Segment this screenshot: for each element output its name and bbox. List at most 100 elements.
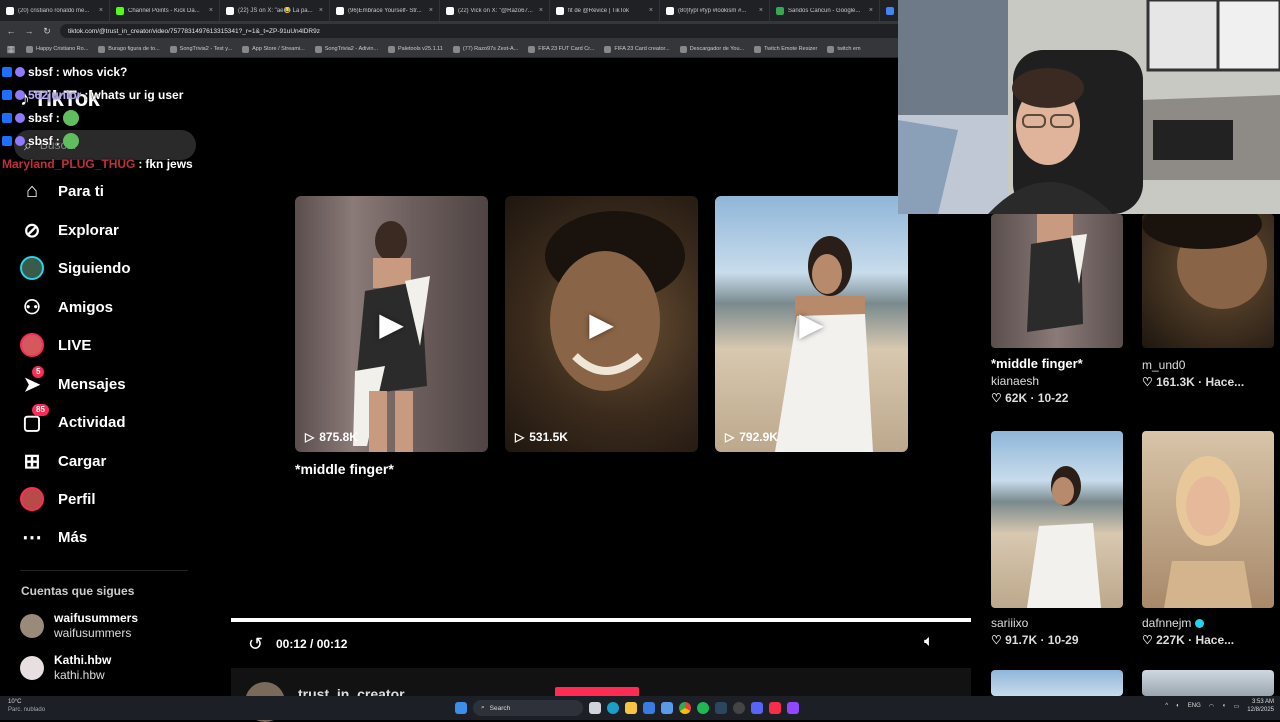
chrome-icon[interactable]: [679, 702, 691, 714]
browser-tab[interactable]: Sandos Cancun - Google... ×: [770, 0, 880, 21]
replay-icon[interactable]: ↺: [248, 634, 263, 655]
volume-icon[interactable]: 🔈︎: [924, 633, 934, 651]
related-video-meta[interactable]: dafnnejm ♡ 227K · Hace...: [1142, 616, 1276, 647]
browser-tab[interactable]: fit de @Revice | TikTok ×: [550, 0, 660, 21]
following-account[interactable]: waifusummers waifusummers: [20, 609, 190, 643]
related-thumb-5[interactable]: [991, 670, 1123, 696]
steam-icon[interactable]: [715, 702, 727, 714]
browser-tab[interactable]: (96)Embrace Yourself- Str... ×: [330, 0, 440, 21]
chat-text: whos vick?: [62, 64, 128, 79]
forward-icon[interactable]: →: [24, 26, 34, 36]
windows-start-icon[interactable]: [455, 702, 467, 714]
related-video-meta[interactable]: *middle finger* kianaesh ♡ 62K · 10-22: [991, 356, 1125, 405]
related-thumb-1[interactable]: [991, 214, 1123, 348]
related-video-user[interactable]: m_und0: [1142, 358, 1276, 372]
bookmark-item[interactable]: SongTrivia2 - Test y...: [169, 45, 232, 53]
speaker-icon[interactable]: ◖: [1222, 703, 1226, 709]
reload-icon[interactable]: ↻: [42, 26, 52, 37]
browser-tab-label: (22) Vick on X: "@Razo67...: [458, 7, 533, 14]
bookmark-item[interactable]: Happy Cristiano Ro...: [26, 45, 88, 53]
music-icon[interactable]: [769, 702, 781, 714]
related-thumb-2[interactable]: [1142, 214, 1274, 348]
video-card-3[interactable]: ▶ ▷ 792.9K: [715, 196, 908, 452]
related-video-meta[interactable]: m_und0 ♡ 161.3K · Hace...: [1142, 358, 1276, 389]
bookmark-item[interactable]: Paletools v25.1.11: [388, 45, 443, 53]
file-explorer-icon[interactable]: [625, 702, 637, 714]
apps-grid-icon[interactable]: ▦: [6, 44, 16, 55]
browser-tab[interactable]: (20) cristiano ronaldo me... ×: [0, 0, 110, 21]
bookmark-label: Twitch Emote Resizer: [764, 46, 818, 52]
bookmark-item[interactable]: App Store / Streami...: [242, 45, 305, 53]
related-video-user[interactable]: kianaesh: [991, 374, 1125, 388]
browser-tab[interactable]: Channel Points - Kick Da... ×: [110, 0, 220, 21]
related-video-meta[interactable]: sariiixo ♡ 91.7K · 10-29: [991, 616, 1125, 647]
bookmark-label: (77) Razo97s Zest-A...: [462, 46, 519, 52]
bookmark-item[interactable]: twitch em: [827, 45, 861, 53]
related-thumb-6[interactable]: [1142, 670, 1274, 696]
language-indicator[interactable]: ENG: [1188, 703, 1201, 709]
sidebar-item-explorar[interactable]: ⊘ Explorar: [20, 215, 190, 245]
mail-icon[interactable]: [661, 702, 673, 714]
heart-icon: ♡: [991, 391, 1006, 405]
edge-icon[interactable]: [607, 702, 619, 714]
play-icon[interactable]: ▶: [799, 305, 824, 343]
play-icon[interactable]: ▶: [379, 305, 404, 343]
battery-icon[interactable]: ▭: [1234, 703, 1240, 710]
close-icon[interactable]: ×: [429, 7, 433, 14]
chevron-up-icon[interactable]: ^: [1165, 703, 1168, 709]
store-icon[interactable]: [643, 702, 655, 714]
back-icon[interactable]: ←: [6, 26, 16, 36]
close-icon[interactable]: ×: [99, 7, 103, 14]
taskbar-search[interactable]: ⌕ Search: [473, 700, 583, 716]
wifi-icon[interactable]: ◠: [1209, 703, 1214, 710]
bookmark-item[interactable]: FIFA 23 FUT Card Cr...: [528, 45, 594, 53]
close-icon[interactable]: ×: [649, 7, 653, 14]
sidebar-item-cargar[interactable]: ⊞ Cargar: [20, 446, 190, 476]
sidebar-item-mensajes[interactable]: ➤ 5 Mensajes: [20, 366, 190, 399]
weather-widget[interactable]: 10°C Parc. nublado: [8, 698, 45, 714]
twitch-icon[interactable]: [787, 702, 799, 714]
related-thumb-4[interactable]: [1142, 431, 1274, 608]
network-icon[interactable]: ◐: [1176, 703, 1180, 709]
bookmark-item[interactable]: Twitch Emote Resizer: [754, 45, 818, 53]
post-date: 10-29: [1047, 633, 1079, 647]
task-view-icon[interactable]: [589, 702, 601, 714]
related-thumb-3[interactable]: [991, 431, 1123, 608]
browser-tab[interactable]: (22) JS on X: "ae😂 La pa... ×: [220, 0, 330, 21]
sidebar-item-siguiendo[interactable]: Siguiendo: [20, 253, 190, 283]
following-account[interactable]: Kathi.hbw kathi.hbw: [20, 651, 190, 685]
browser-tab[interactable]: (80)fypl #fyp #lookism #... ×: [660, 0, 770, 21]
maps-icon: [776, 6, 784, 15]
play-icon[interactable]: ▶: [589, 305, 614, 343]
sidebar-item-m-s[interactable]: ⋯ Más: [20, 522, 190, 552]
related-video-title: *middle finger*: [991, 356, 1083, 371]
close-icon[interactable]: ×: [759, 7, 763, 14]
bookmark-item[interactable]: SongTrivia2 - Adivin...: [314, 45, 378, 53]
progress-bar[interactable]: [231, 618, 971, 622]
clock[interactable]: 3:53 AM 12/8/2025: [1247, 698, 1274, 714]
browser-tab[interactable]: (22) Vick on X: "@Razo67... ×: [440, 0, 550, 21]
discord-icon[interactable]: [751, 702, 763, 714]
sidebar-item-amigos[interactable]: ⚇ Amigos: [20, 292, 190, 322]
close-icon[interactable]: ×: [209, 7, 213, 14]
taskbar-search-label: Search: [489, 704, 511, 712]
video-card-2[interactable]: ▶ ▷ 531.5K: [505, 196, 698, 452]
related-video-user[interactable]: sariiixo: [991, 616, 1125, 630]
sidebar-item-perfil[interactable]: Perfil: [20, 484, 190, 514]
bookmark-item[interactable]: Burago figura de to...: [98, 45, 160, 53]
related-video-user[interactable]: dafnnejm: [1142, 616, 1276, 630]
close-icon[interactable]: ×: [869, 7, 873, 14]
close-icon[interactable]: ×: [539, 7, 543, 14]
obs-icon[interactable]: [733, 702, 745, 714]
chat-badge-icon: [15, 112, 25, 123]
sidebar-item-live[interactable]: LIVE: [20, 330, 190, 360]
url-input[interactable]: tiktok.com/@trust_in_creator/video/75778…: [60, 24, 920, 38]
bookmark-item[interactable]: FIFA 23 Card creator...: [604, 45, 670, 53]
sidebar-item-actividad[interactable]: ▢ 85 Actividad: [20, 404, 190, 437]
spotify-icon[interactable]: [697, 702, 709, 714]
bookmark-item[interactable]: (77) Razo97s Zest-A...: [452, 45, 519, 53]
close-icon[interactable]: ×: [319, 7, 323, 14]
sidebar-item-para-ti[interactable]: ⌂ Para ti: [20, 176, 190, 206]
bookmark-item[interactable]: Descargador de You...: [679, 45, 744, 53]
video-card-1[interactable]: ▶ ▷ 875.8K: [295, 196, 488, 452]
